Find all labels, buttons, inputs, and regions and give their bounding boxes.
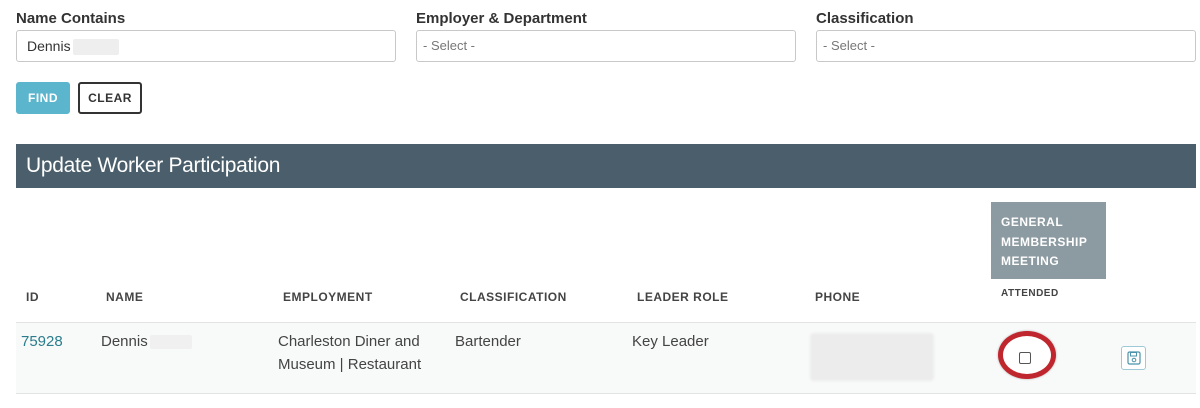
meeting-header-line2: MEMBERSHIP [1001, 234, 1088, 249]
worker-id-link[interactable]: 75928 [21, 330, 63, 353]
employer-department-select[interactable]: - Select - [416, 30, 796, 62]
name-contains-value: Dennis [27, 38, 71, 54]
find-button[interactable]: FIND [16, 82, 70, 114]
panel-title: Update Worker Participation [16, 144, 1196, 188]
save-row-button[interactable] [1121, 346, 1146, 370]
meeting-header-line3: MEETING [1001, 254, 1060, 268]
meeting-header-line1: GENERAL [1001, 215, 1064, 229]
redacted-text [72, 39, 119, 56]
name-filter-label: Name Contains [16, 10, 126, 27]
save-icon [1126, 351, 1141, 365]
search-filters: Name Contains Dennis Employer & Departme… [16, 10, 1196, 70]
name-filter: Name Contains Dennis [16, 10, 396, 62]
employer-filter-label: Employer & Department [416, 10, 587, 27]
column-header-attended: ATTENDED [1001, 288, 1059, 299]
classification-filter: Classification - Select - [816, 10, 1196, 62]
classification-select-placeholder: - Select - [823, 38, 876, 53]
worker-employment: Charleston Diner and Museum | Restaurant [278, 330, 438, 376]
name-contains-input[interactable]: Dennis [16, 30, 396, 62]
column-header-employment: EMPLOYMENT [283, 290, 373, 304]
employment-line2: Museum | Restaurant [278, 356, 422, 373]
classification-filter-label: Classification [816, 10, 914, 27]
employment-line1: Charleston Diner and [278, 333, 420, 350]
general-membership-meeting-header: GENERAL MEMBERSHIP MEETING [991, 202, 1106, 279]
classification-select[interactable]: - Select - [816, 30, 1196, 62]
worker-name: Dennis [101, 330, 192, 353]
redacted-phone [810, 333, 934, 381]
column-header-leader-role: LEADER ROLE [637, 290, 729, 304]
worker-name-text: Dennis [101, 333, 148, 350]
attended-checkbox[interactable] [1019, 352, 1031, 364]
employer-select-placeholder: - Select - [423, 38, 476, 53]
column-header-classification: CLASSIFICATION [460, 290, 567, 304]
column-header-id: ID [26, 290, 39, 304]
column-header-phone: PHONE [815, 290, 861, 304]
worker-leader-role: Key Leader [632, 333, 709, 350]
column-header-name: NAME [106, 290, 144, 304]
redacted-text [149, 335, 192, 350]
worker-classification: Bartender [455, 333, 521, 350]
employer-filter: Employer & Department - Select - [416, 10, 796, 62]
clear-button[interactable]: CLEAR [78, 82, 142, 114]
